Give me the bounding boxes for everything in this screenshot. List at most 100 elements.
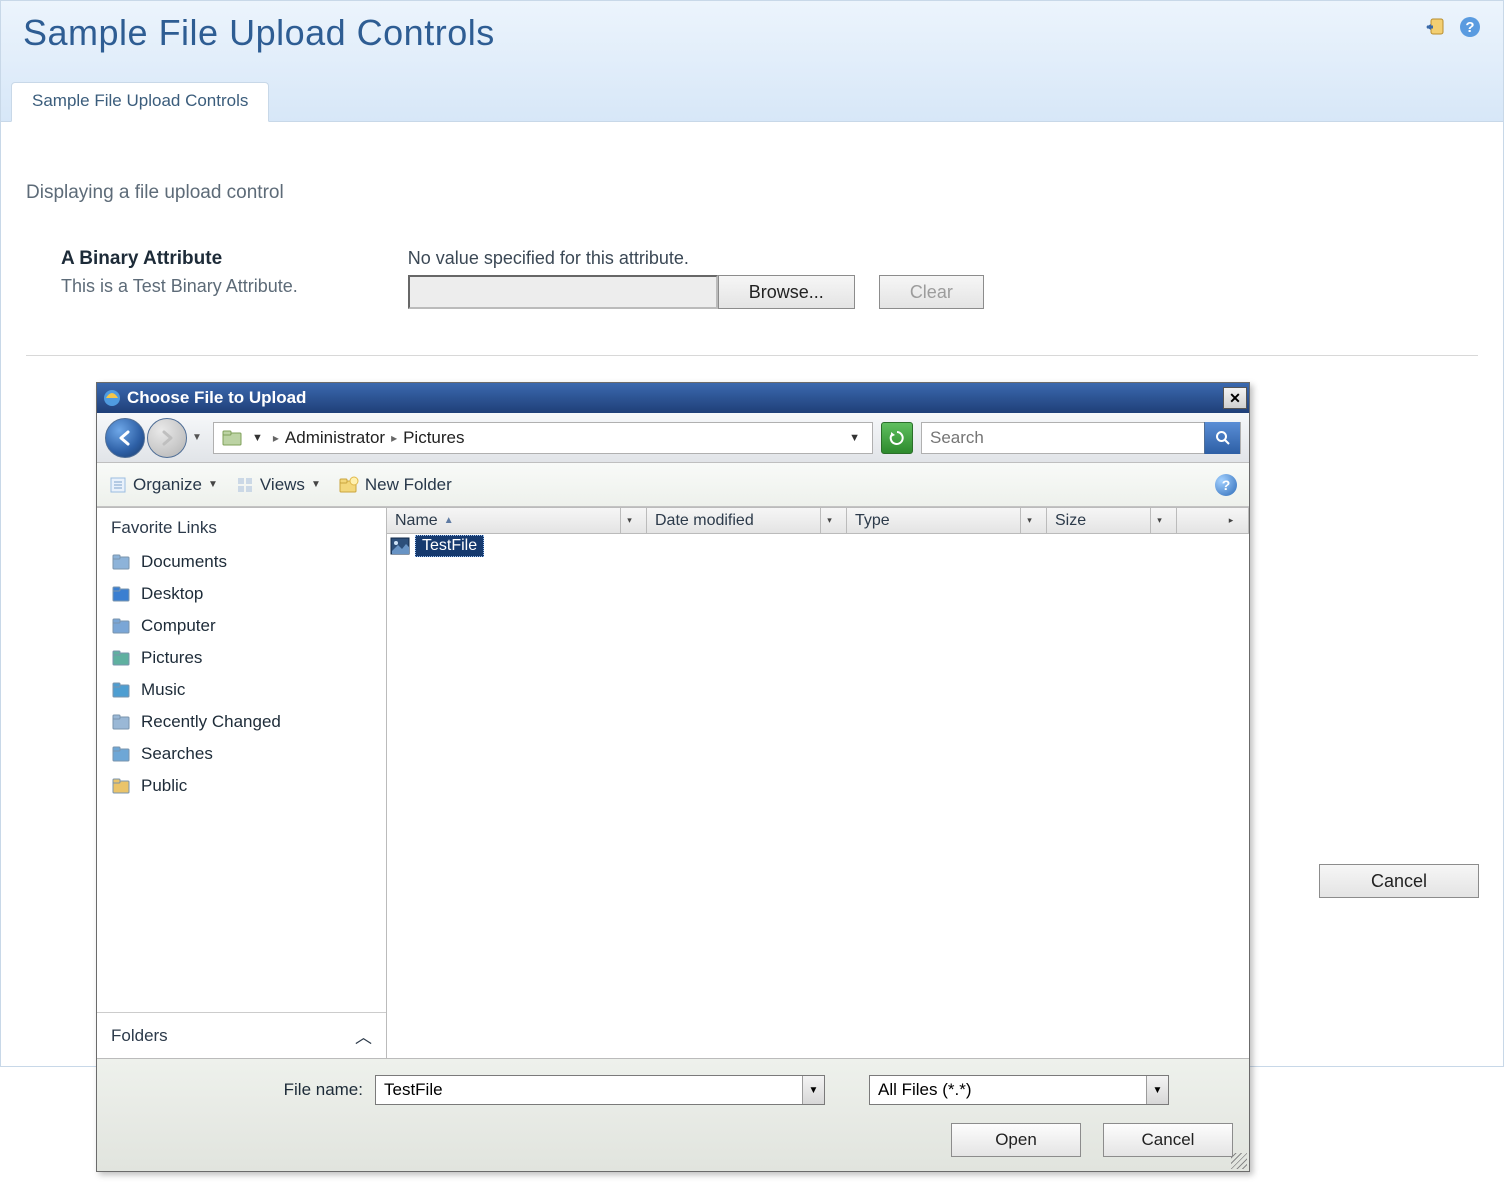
recent-icon: [111, 712, 131, 732]
folder-icon: [222, 429, 242, 447]
dialog-titlebar[interactable]: Choose File to Upload ✕: [97, 383, 1249, 413]
file-filter-dropdown[interactable]: ▼: [1146, 1076, 1168, 1104]
help-icon[interactable]: ?: [1459, 16, 1481, 38]
tab-sample-upload[interactable]: Sample File Upload Controls: [11, 82, 269, 122]
new-folder-button[interactable]: New Folder: [339, 475, 452, 495]
favorite-links-list: Documents Desktop Computer Pictures Music Rec…: [97, 546, 386, 1012]
folders-toggle[interactable]: Folders ︿: [97, 1012, 386, 1058]
search-folder-icon: [111, 744, 131, 764]
file-list[interactable]: TestFile: [387, 534, 1249, 1058]
nav-back-button[interactable]: [105, 418, 145, 458]
crumb-dropdown[interactable]: ▼: [845, 432, 864, 444]
dialog-bottom: File name: ▼ ▼ Open Cancel: [97, 1058, 1249, 1171]
close-button[interactable]: ✕: [1223, 387, 1247, 409]
views-icon: [236, 476, 254, 494]
sidebar-item-recently-changed[interactable]: Recently Changed: [97, 706, 386, 738]
breadcrumb[interactable]: ▼ ▸ Administrator ▸ Pictures ▼: [213, 422, 873, 454]
col-overflow[interactable]: ▸: [1177, 508, 1249, 533]
sidebar-item-label: Computer: [141, 616, 216, 636]
dialog-sidebar: Favorite Links Documents Desktop Computer P…: [97, 508, 387, 1058]
sidebar-item-label: Desktop: [141, 584, 203, 604]
sort-asc-icon: ▲: [444, 515, 454, 526]
resize-grip[interactable]: [1231, 1153, 1247, 1169]
col-filter[interactable]: ▾: [820, 508, 838, 533]
col-modified[interactable]: Date modified ▾: [647, 508, 847, 533]
sidebar-item-searches[interactable]: Searches: [97, 738, 386, 770]
page-title: Sample File Upload Controls: [23, 12, 495, 54]
folder-icon: [111, 776, 131, 796]
file-open-dialog: Choose File to Upload ✕ ▼ ▼ ▸ Administra…: [96, 382, 1250, 1172]
file-name-input[interactable]: [376, 1080, 802, 1100]
image-file-icon: [389, 536, 411, 556]
col-name[interactable]: Name ▲ ▾: [387, 508, 647, 533]
sidebar-item-music[interactable]: Music: [97, 674, 386, 706]
sidebar-item-label: Documents: [141, 552, 227, 572]
col-type[interactable]: Type ▾: [847, 508, 1047, 533]
col-filter[interactable]: ▾: [1150, 508, 1168, 533]
file-path-input[interactable]: [408, 275, 718, 309]
refresh-button[interactable]: [881, 422, 913, 454]
sidebar-item-label: Recently Changed: [141, 712, 281, 732]
clear-button[interactable]: Clear: [879, 275, 984, 309]
dialog-cancel-button[interactable]: Cancel: [1103, 1123, 1233, 1157]
chevron-down-icon[interactable]: ▼: [248, 432, 267, 444]
chevron-up-icon: ︿: [355, 1023, 372, 1048]
attr-empty-msg: No value specified for this attribute.: [408, 248, 984, 269]
search-box: [921, 422, 1241, 454]
views-menu[interactable]: Views ▼: [236, 475, 321, 495]
nav-forward-button[interactable]: [147, 418, 187, 458]
page-cancel-button[interactable]: Cancel: [1319, 864, 1479, 898]
file-name-dropdown[interactable]: ▼: [802, 1076, 824, 1104]
file-name: TestFile: [415, 535, 484, 557]
browse-button[interactable]: Browse...: [718, 275, 855, 309]
binary-attribute-row: A Binary Attribute This is a Test Binary…: [26, 248, 1478, 309]
desktop-icon: [111, 584, 131, 604]
sidebar-item-documents[interactable]: Documents: [97, 546, 386, 578]
dialog-navbar: ▼ ▼ ▸ Administrator ▸ Pictures ▼: [97, 413, 1249, 463]
sidebar-item-label: Music: [141, 680, 185, 700]
attr-desc: This is a Test Binary Attribute.: [61, 276, 298, 297]
sidebar-item-public[interactable]: Public: [97, 770, 386, 802]
organize-menu[interactable]: Organize ▼: [109, 475, 218, 495]
pin-icon[interactable]: [1425, 16, 1447, 38]
organize-icon: [109, 476, 127, 494]
col-filter[interactable]: ▾: [620, 508, 638, 533]
dialog-toolbar: Organize ▼ Views ▼ New Folder ?: [97, 463, 1249, 507]
separator: [26, 355, 1478, 356]
close-icon: ✕: [1229, 390, 1241, 407]
document-icon: [111, 552, 131, 572]
pictures-icon: [111, 648, 131, 668]
file-filter-combo: ▼: [869, 1075, 1169, 1105]
sidebar-item-desktop[interactable]: Desktop: [97, 578, 386, 610]
crumb-seg-pictures[interactable]: Pictures: [403, 428, 464, 448]
nav-history-dropdown[interactable]: ▼: [189, 432, 205, 443]
crumb-seg-admin[interactable]: Administrator: [285, 428, 385, 448]
favorite-links-header: Favorite Links: [97, 508, 386, 546]
chevron-right-icon: ▸: [1222, 508, 1240, 533]
page-footer-buttons: Cancel: [1319, 864, 1479, 898]
chevron-right-icon: ▸: [391, 431, 397, 445]
sidebar-item-computer[interactable]: Computer: [97, 610, 386, 642]
banner-actions: ?: [1425, 12, 1481, 38]
col-size[interactable]: Size ▾: [1047, 508, 1177, 533]
search-button[interactable]: [1204, 422, 1240, 454]
dialog-help-icon[interactable]: ?: [1215, 474, 1237, 496]
col-filter[interactable]: ▾: [1020, 508, 1038, 533]
open-button[interactable]: Open: [951, 1123, 1081, 1157]
column-headers: Name ▲ ▾ Date modified ▾ Type ▾ Size ▾: [387, 508, 1249, 534]
dialog-title: Choose File to Upload: [127, 388, 306, 408]
file-name-combo: ▼: [375, 1075, 825, 1105]
sidebar-item-label: Searches: [141, 744, 213, 764]
sidebar-item-pictures[interactable]: Pictures: [97, 642, 386, 674]
attr-title: A Binary Attribute: [61, 248, 298, 270]
file-filter-input[interactable]: [870, 1080, 1146, 1100]
intro-text: Displaying a file upload control: [26, 182, 1478, 204]
file-pane: Name ▲ ▾ Date modified ▾ Type ▾ Size ▾: [387, 508, 1249, 1058]
music-icon: [111, 680, 131, 700]
new-folder-icon: [339, 476, 359, 494]
ie-icon: [103, 389, 121, 407]
search-input[interactable]: [922, 428, 1204, 448]
file-row[interactable]: TestFile: [387, 534, 1249, 558]
page-banner: Sample File Upload Controls ? Sample Fil…: [0, 0, 1504, 122]
file-name-label: File name:: [113, 1080, 363, 1100]
